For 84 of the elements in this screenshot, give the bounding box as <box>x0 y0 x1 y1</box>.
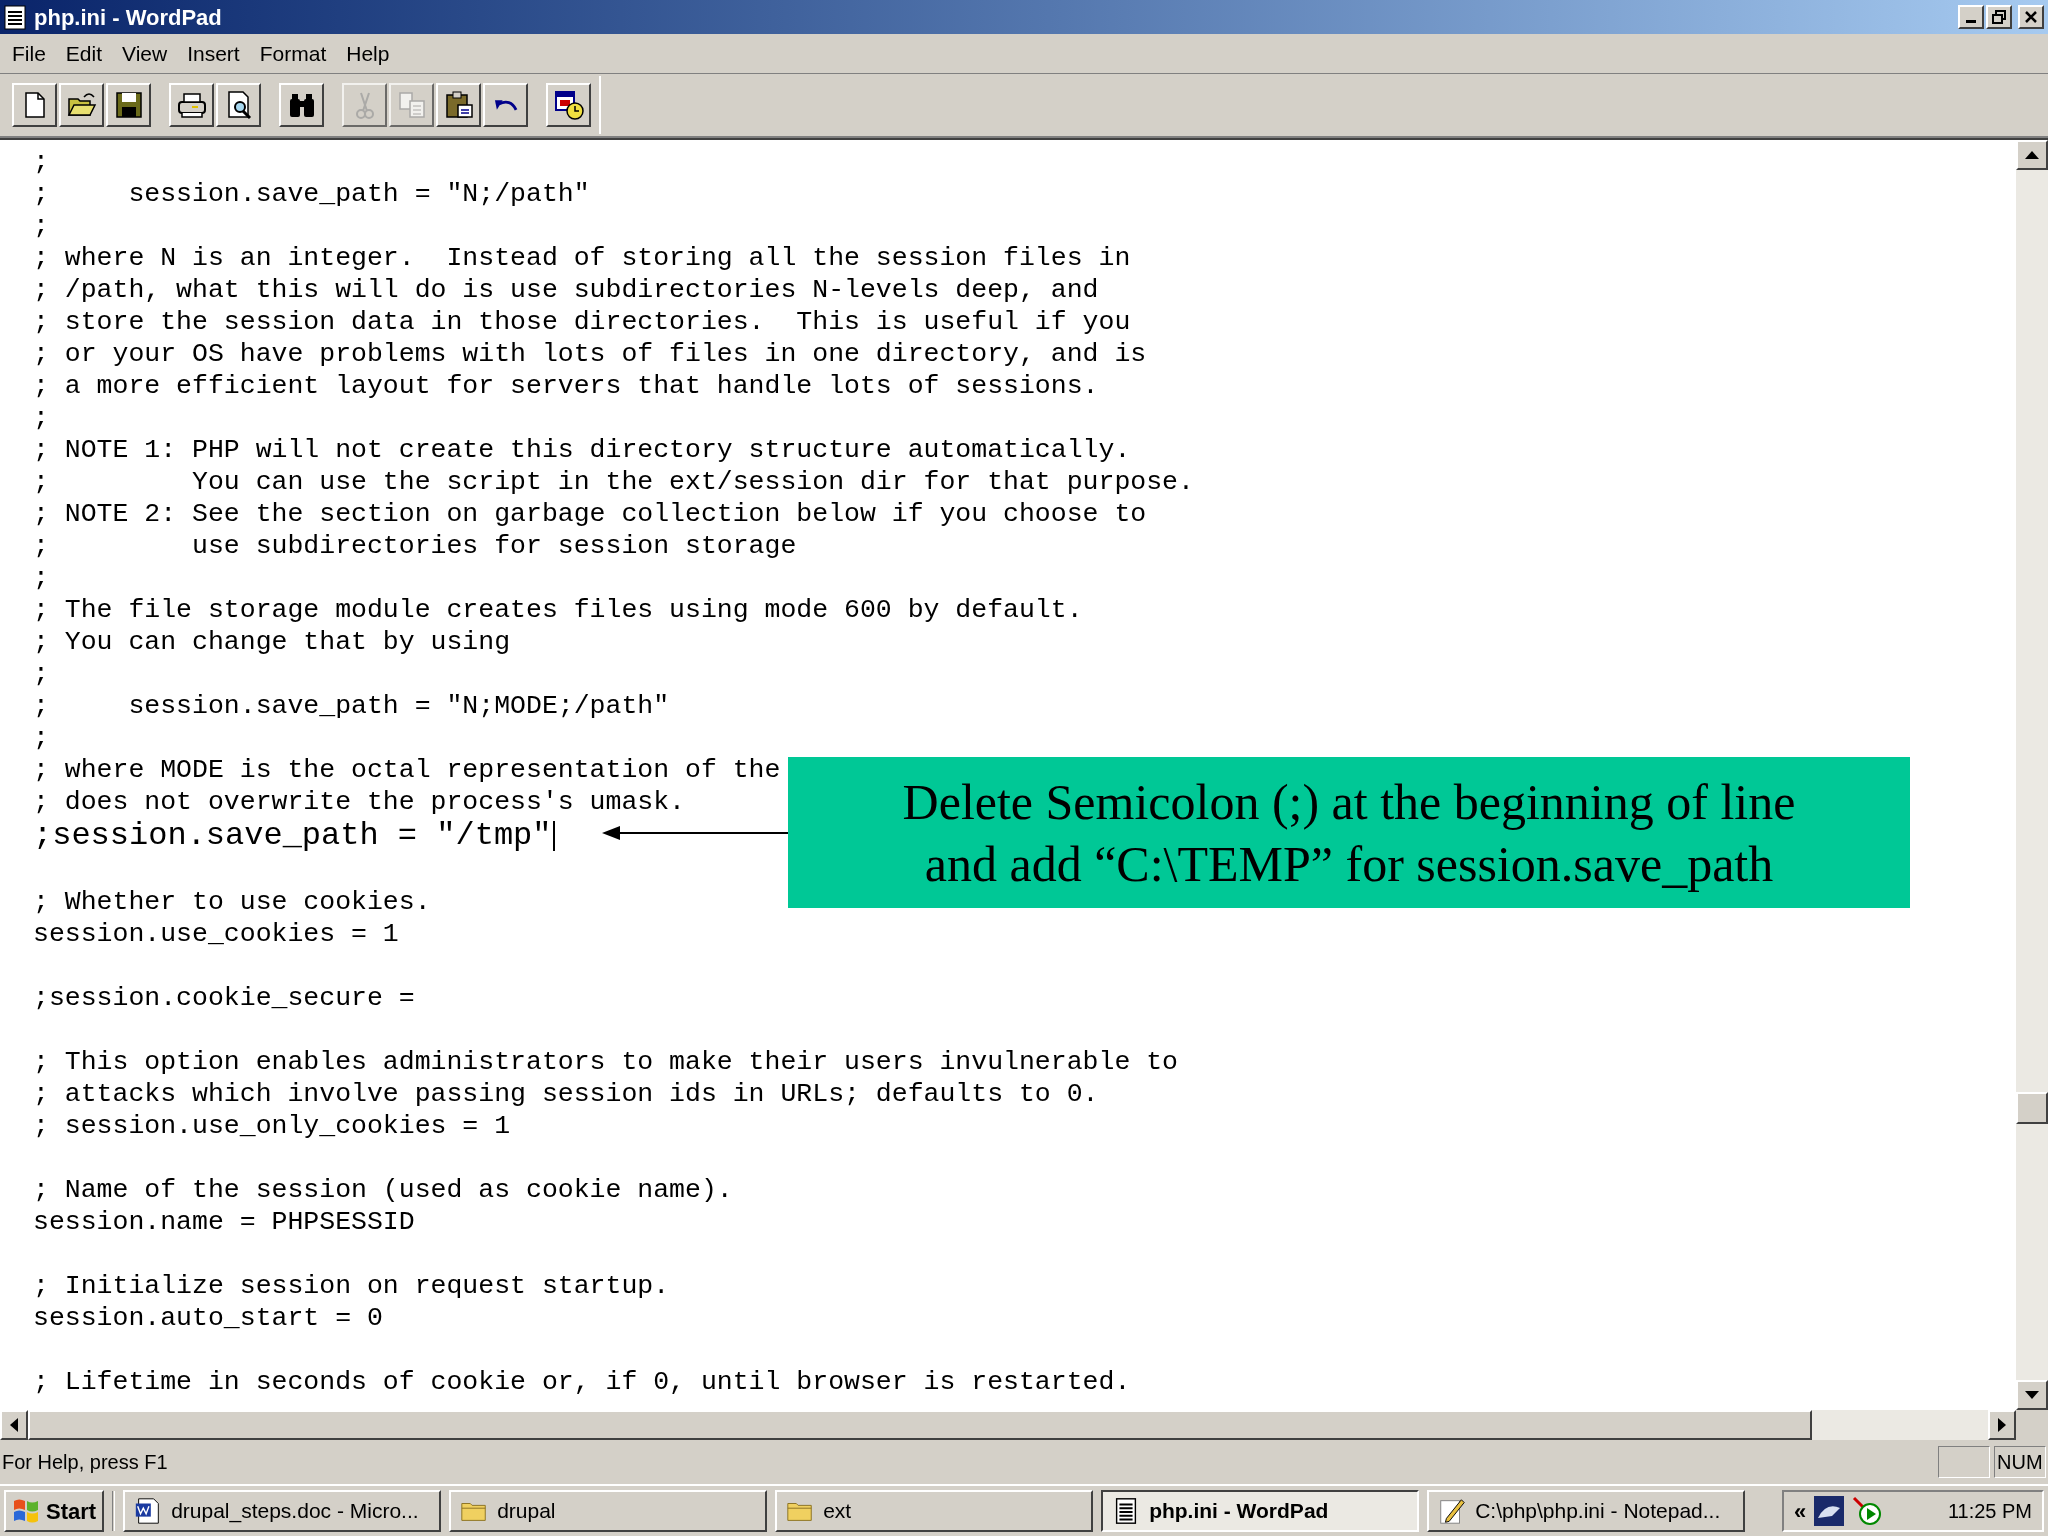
menu-item[interactable]: View <box>114 37 176 70</box>
taskbar-button[interactable]: ext <box>775 1490 1094 1532</box>
close-button[interactable] <box>2018 5 2044 29</box>
scroll-right-button[interactable] <box>1988 1410 2016 1440</box>
down-arrow-icon <box>2025 1391 2039 1399</box>
undo-arrow-icon <box>493 98 518 112</box>
right-arrow-icon <box>1998 1418 2006 1432</box>
windows-logo-icon <box>12 1498 40 1524</box>
status-text: For Help, press F1 <box>2 1450 169 1475</box>
toolbar-button[interactable] <box>279 83 324 127</box>
toolbar-button[interactable] <box>216 83 261 127</box>
restore-button[interactable] <box>1986 5 2012 29</box>
tray-play-icon[interactable] <box>1852 1496 1883 1526</box>
restore-icon <box>1992 10 2006 24</box>
code-line: ; attacks which involve passing session ids in URLs; defaults to 0. <box>33 1078 1099 1110</box>
code-line: ; NOTE 2: See the section on garbage collection below if you choose to <box>33 498 1147 530</box>
code-line: ; does not overwrite the process's umask. <box>33 786 685 818</box>
toolbar-button[interactable] <box>436 83 481 127</box>
code-line: ; This option enables administrators to make their users invulnerable to <box>33 1046 1178 1078</box>
menu-item[interactable]: Format <box>251 37 335 70</box>
code-line: ; use subdirectories for session storage <box>33 530 797 562</box>
menu-item[interactable]: Edit <box>57 37 111 70</box>
document-icon <box>4 4 26 30</box>
code-line: ; Whether to use cookies. <box>33 886 431 918</box>
minimize-button[interactable] <box>1958 5 1984 29</box>
menu-item[interactable]: Help <box>338 37 398 70</box>
code-line: ; session.save_path = "N;MODE;/path" <box>33 690 670 722</box>
code-line: ; or your OS have problems with lots of files in one directory, and is <box>33 338 1147 370</box>
code-line: ; session.use_only_cookies = 1 <box>33 1110 511 1142</box>
toolbar-button[interactable] <box>12 83 57 127</box>
code-line: ; session.save_path = "N;/path" <box>33 178 590 210</box>
code-line: ; Name of the session (used as cookie name). <box>33 1174 733 1206</box>
menu-item[interactable]: Insert <box>179 37 248 70</box>
code-line: ; You can use the script in the ext/session dir for that purpose. <box>33 466 1194 498</box>
toolbar-button[interactable] <box>59 83 104 127</box>
tray-expand-button[interactable]: « <box>1794 1494 1807 1528</box>
code-line: ; NOTE 1: PHP will not create this directory structure automatically. <box>33 434 1131 466</box>
scroll-left-button[interactable] <box>0 1410 28 1440</box>
tray-app-icon[interactable] <box>1814 1496 1845 1526</box>
clock: 11:25 PM <box>1947 1499 2032 1524</box>
start-button[interactable]: Start <box>4 1490 105 1532</box>
callout-text: Delete Semicolon (;) at the beginning of line and add “C:\TEMP” for session.save_path <box>902 772 1796 894</box>
menu-item[interactable]: File <box>4 37 54 70</box>
code-line: ; <box>33 658 49 690</box>
toolbar-button[interactable] <box>546 83 591 127</box>
code-line: session.auto_start = 0 <box>33 1302 383 1334</box>
code-line: ; You can change that by using <box>33 626 511 658</box>
code-line: session.name = PHPSESSID <box>33 1206 415 1238</box>
taskbar-button[interactable]: C:\php\php.ini - Notepad... <box>1427 1490 1746 1532</box>
code-line: ; <box>33 210 49 242</box>
toolbar-button[interactable] <box>483 83 528 127</box>
calendar-clock-icon <box>552 89 585 121</box>
up-arrow-icon <box>2025 151 2039 159</box>
code-line: ; a more efficient layout for servers that handle lots of sessions. <box>33 370 1099 402</box>
status-panel: NUM <box>1994 1446 2046 1478</box>
close-icon <box>2025 11 2037 23</box>
text-cursor <box>553 821 556 851</box>
code-line: ; Initialize session on request startup. <box>33 1270 670 1302</box>
toolbar-button[interactable] <box>169 83 214 127</box>
code-line: ; The file storage module creates files using mode 600 by default. <box>33 594 1083 626</box>
taskbar-button[interactable]: drupal_steps.doc - Micro... <box>123 1490 442 1532</box>
scroll-down-button[interactable] <box>2016 1380 2048 1410</box>
taskbar-button[interactable]: php.ini - WordPad <box>1101 1490 1420 1532</box>
pencil-page-icon <box>1437 1496 1468 1526</box>
window-title: php.ini - WordPad <box>34 3 222 32</box>
code-line: ; store the session data in those directories. This is useful if you <box>33 306 1131 338</box>
code-line: ; <box>33 402 49 434</box>
code-line: ; <box>33 146 49 178</box>
code-line: ;session.cookie_secure = <box>33 982 415 1014</box>
code-line: session.use_cookies = 1 <box>33 918 399 950</box>
scroll-thumb[interactable] <box>2016 1092 2048 1124</box>
code-line: ; where MODE is the octal representation of the <box>33 754 781 786</box>
code-line: ; Lifetime in seconds of cookie or, if 0, until browser is restarted. <box>33 1366 1131 1398</box>
code-line: ; <box>33 722 49 754</box>
scroll-up-button[interactable] <box>2016 140 2048 170</box>
status-panel <box>1938 1446 1990 1478</box>
code-line: ; /path, what this will do is use subdirectories N-levels deep, and <box>33 274 1099 306</box>
taskbar-button[interactable]: drupal <box>449 1490 768 1532</box>
code-line: ; where N is an integer. Instead of storing all the session files in <box>33 242 1131 274</box>
code-line: ;session.save_path = "/tmp" <box>33 818 552 854</box>
toolbar-button[interactable] <box>106 83 151 127</box>
left-arrow-icon <box>10 1418 18 1432</box>
vertical-scrollbar[interactable] <box>2016 140 2048 1410</box>
code-line: ; <box>33 562 49 594</box>
